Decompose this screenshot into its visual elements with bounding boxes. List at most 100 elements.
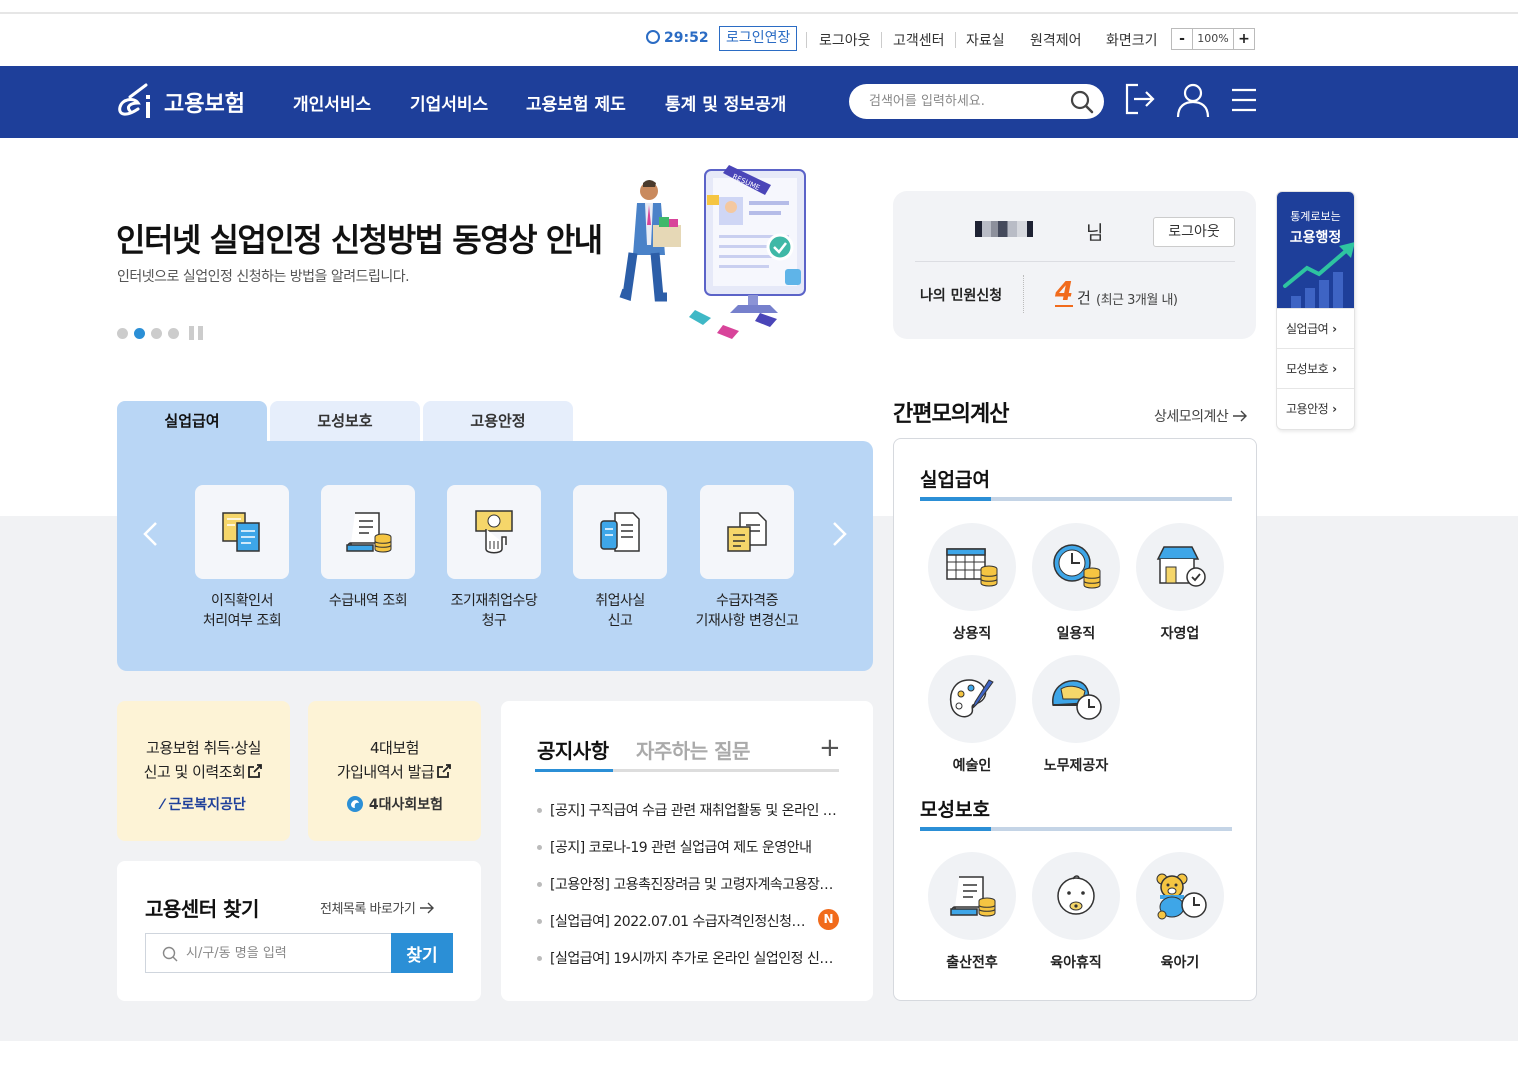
calc-icon-circle	[1136, 852, 1224, 940]
detailed-calc-link[interactable]: 상세모의계산	[1154, 406, 1248, 426]
side-item-employment-stability[interactable]: 고용안정 ›	[1277, 388, 1354, 428]
calc-artist[interactable]: 예술인	[920, 655, 1024, 775]
divider	[1023, 275, 1024, 313]
pause-icon[interactable]	[189, 326, 205, 340]
slide-dot-1[interactable]	[117, 327, 128, 339]
calc-daily-worker[interactable]: 일용직	[1024, 523, 1128, 643]
menu-statistics-info[interactable]: 통계 및 정보공개	[665, 90, 786, 115]
chevron-right-icon[interactable]	[831, 521, 849, 547]
menu-business-services[interactable]: 기업서비스	[410, 90, 488, 115]
tab-faq[interactable]: 자주하는 질문	[636, 735, 750, 764]
org-name: 근로복지공단	[168, 797, 246, 813]
service-label: 취업사실 신고	[595, 593, 645, 629]
notice-item[interactable]: [고용안정] 고용촉진장려금 및 고령자계속고용장려금 안내	[537, 874, 837, 894]
user-icon[interactable]	[1176, 82, 1210, 118]
service-qualification-change[interactable]: 수급자격증 기재사항 변경신고	[682, 485, 812, 631]
archive-link[interactable]: 자료실	[966, 30, 1005, 50]
hamburger-menu-icon[interactable]	[1230, 86, 1258, 114]
site-logo[interactable]: 고용보험	[116, 79, 245, 125]
hero-title[interactable]: 인터넷 실업인정 신청방법 동영상 안내	[116, 215, 603, 261]
calc-section-title: 모성보호	[920, 799, 990, 821]
quick-link-text: 고용보험 취득·상실 신고 및 이력조회	[117, 736, 290, 784]
org-comwel-logo: ⁄ 근로복지공단	[161, 797, 246, 813]
quick-link-insurance-history[interactable]: 고용보험 취득·상실 신고 및 이력조회 ⁄ 근로복지공단	[117, 701, 290, 841]
org-name: 4대사회보험	[368, 797, 444, 813]
service-benefit-history[interactable]: 수급내역 조회	[303, 485, 433, 611]
arrow-right-icon	[419, 902, 434, 914]
more-notices-button[interactable]: +	[819, 735, 841, 761]
ei-logo-icon	[118, 83, 150, 118]
calc-self-employed[interactable]: 자영업	[1128, 523, 1232, 643]
screen-size-label: 화면크기	[1106, 33, 1158, 49]
center-search-input[interactable]	[146, 934, 391, 972]
simple-calc-title: 간편모의계산	[893, 402, 1009, 427]
slide-dot-4[interactable]	[168, 327, 179, 339]
arrow-right-icon	[1233, 410, 1248, 422]
calc-item-label: 육아기	[1160, 955, 1200, 971]
calc-regular-worker[interactable]: 상용직	[920, 523, 1024, 643]
calc-item-label: 출산전후	[946, 955, 998, 971]
tab-notices[interactable]: 공지사항	[537, 735, 609, 764]
side-item-maternity[interactable]: 모성보호 ›	[1277, 348, 1354, 388]
notice-item[interactable]: [실업급여] 19시까지 추가로 온라인 실업인정 신청 가능	[537, 948, 837, 968]
slide-dot-2[interactable]	[134, 327, 145, 339]
center-list-link[interactable]: 전체목록 바로가기	[320, 898, 435, 917]
center-finder: 고용센터 찾기 전체목록 바로가기 찾기	[117, 861, 481, 1001]
notice-item[interactable]: [실업급여] 2022.07.01 수급자격인정신청 안내	[537, 911, 809, 931]
new-badge: N	[818, 909, 839, 930]
service-separation-confirm[interactable]: 이직확인서 처리여부 조회	[177, 485, 307, 631]
customer-center-link[interactable]: 고객센터	[893, 30, 945, 50]
notice-item[interactable]: [공지] 코로나-19 관련 실업급여 제도 운영안내	[537, 837, 837, 857]
timer-icon	[646, 30, 660, 44]
divider	[881, 32, 882, 48]
divider	[806, 32, 807, 48]
service-early-reemployment[interactable]: 조기재취업수당 청구	[429, 485, 559, 631]
statistics-banner[interactable]: 통계로보는 고용행정	[1277, 192, 1354, 308]
menu-insurance-system[interactable]: 고용보험 제도	[526, 90, 626, 115]
menu-personal-services[interactable]: 개인서비스	[293, 90, 371, 115]
hero-subtitle: 인터넷으로 실업인정 신청하는 방법을 알려드립니다.	[117, 269, 410, 285]
service-icon-box	[447, 485, 541, 579]
main-navbar: 고용보험 개인서비스 기업서비스 고용보험 제도 통계 및 정보공개	[0, 66, 1518, 138]
card-logout-button[interactable]: 로그아웃	[1153, 217, 1235, 247]
tab-maternity[interactable]: 모성보호	[270, 401, 420, 441]
tab-employment-stability[interactable]: 고용안정	[423, 401, 573, 441]
calc-childcare-period[interactable]: 육아기	[1128, 852, 1232, 972]
org-4insure-logo: 4대사회보험	[308, 794, 481, 814]
center-search-field	[145, 933, 391, 973]
zoom-control: - 100% +	[1171, 28, 1255, 50]
helmet-clock-icon	[1052, 680, 1102, 720]
zoom-value: 100%	[1192, 29, 1234, 49]
center-list-label: 전체목록 바로가기	[320, 902, 416, 917]
tab-unemployment[interactable]: 실업급여	[117, 401, 267, 441]
logout-link[interactable]: 로그아웃	[819, 30, 871, 50]
quick-link-insurance-certificate[interactable]: 4대보험 가입내역서 발급 4대사회보험	[308, 701, 481, 841]
notice-item[interactable]: [공지] 구직급여 수급 관련 재취업활동 및 온라인 실업인정 안내	[537, 800, 837, 820]
search-icon[interactable]	[1070, 90, 1094, 114]
calc-parental-leave[interactable]: 육아휴직	[1024, 852, 1128, 972]
logout-icon[interactable]	[1124, 82, 1156, 116]
side-item-unemployment[interactable]: 실업급여 ›	[1277, 308, 1354, 348]
remote-control-link[interactable]: 원격제어	[1030, 30, 1082, 50]
zoom-out-button[interactable]: -	[1172, 29, 1192, 49]
detailed-calc-label: 상세모의계산	[1154, 409, 1229, 425]
center-search-button[interactable]: 찾기	[391, 933, 453, 973]
side-quick-menu: 통계로보는 고용행정 실업급여 › 모성보호 › 고용안정 ›	[1276, 191, 1355, 430]
calc-maternity-leave[interactable]: 출산전후	[920, 852, 1024, 972]
chevron-left-icon[interactable]	[141, 521, 159, 547]
civil-count[interactable]: 4	[1055, 279, 1074, 307]
calc-icon-circle	[1136, 523, 1224, 611]
login-extend-button[interactable]: 로그인연장	[719, 26, 798, 51]
service-tabs: 실업급여 모성보호 고용안정	[117, 401, 573, 441]
calc-labor-provider[interactable]: 노무제공자	[1024, 655, 1128, 775]
clock-coins-icon	[1053, 544, 1101, 589]
slide-dot-3[interactable]	[151, 327, 162, 339]
calc-icon-circle	[928, 523, 1016, 611]
service-employment-report[interactable]: 취업사실 신고	[555, 485, 685, 631]
side-item-label: 고용안정	[1286, 402, 1329, 416]
civil-count-unit: 건	[1077, 289, 1091, 307]
calc-item-label: 상용직	[952, 626, 992, 642]
civil-count-note: (최근 3개월 내)	[1096, 293, 1178, 308]
zoom-in-button[interactable]: +	[1234, 29, 1254, 49]
search-input[interactable]	[869, 84, 1059, 119]
